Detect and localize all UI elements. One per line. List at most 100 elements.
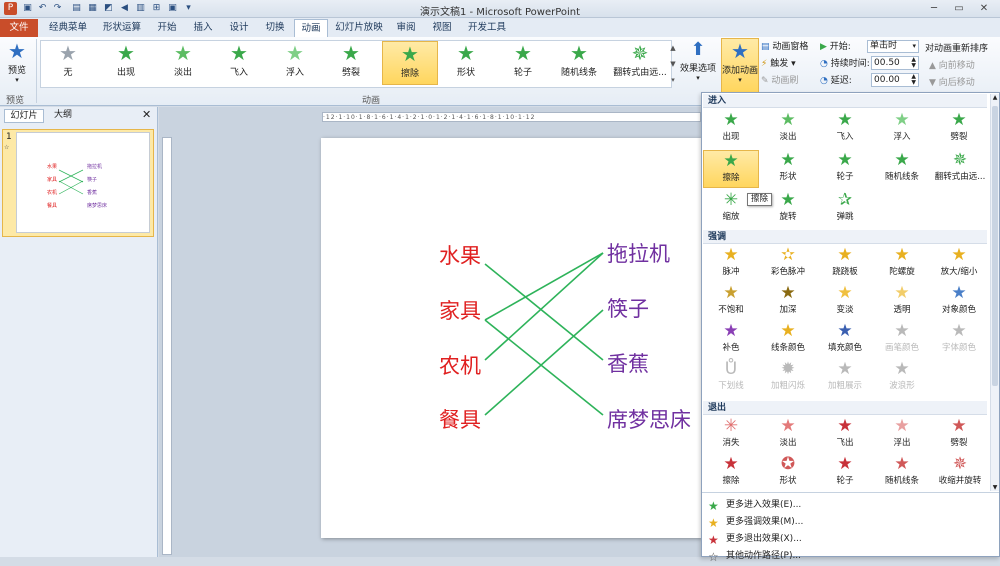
entrance-shape[interactable]: ★ 形状 <box>760 150 816 188</box>
effect-fly-in[interactable]: ★ 飞入 <box>213 41 265 85</box>
entrance-grow-turn[interactable]: ✵ 翻转式由远... <box>931 150 989 188</box>
emphasis-teeter[interactable]: ★ 跷跷板 <box>817 245 873 283</box>
slide-thumbnail[interactable]: 水果 家具 农机 餐具 拖拉机 筷子 香蕉 席梦思床 <box>16 132 150 233</box>
exit-fly-out[interactable]: ★ 飞出 <box>817 416 873 454</box>
slide-right-item-banana[interactable]: 香蕉 <box>607 348 649 378</box>
emphasis-line-color[interactable]: ★ 线条颜色 <box>760 321 816 359</box>
line-farm-tractor[interactable] <box>484 252 604 361</box>
animation-pane-button[interactable]: ▤ 动画窗格 <box>761 40 817 54</box>
trigger-button[interactable]: ⚡ 触发 ▾ <box>761 57 817 71</box>
tab-slideshow[interactable]: 幻灯片放映 <box>331 19 387 37</box>
slide-left-item-farm-machine[interactable]: 农机 <box>439 350 481 380</box>
emphasis-transparency[interactable]: ★ 透明 <box>874 283 930 321</box>
emphasis-object-color[interactable]: ★ 对象颜色 <box>931 283 987 321</box>
effect-wheel[interactable]: ★ 轮子 <box>497 41 549 85</box>
exit-fade[interactable]: ★ 淡出 <box>760 416 816 454</box>
effect-grow-turn[interactable]: ✵ 翻转式由远... <box>610 41 670 85</box>
animation-painter-button[interactable]: ✎ 动画刷 <box>761 74 817 88</box>
move-earlier-button[interactable]: ▲ 向前移动 <box>929 58 999 71</box>
effect-random-bars[interactable]: ★ 随机线条 <box>553 41 605 85</box>
start-select[interactable]: 单击时 ▾ <box>867 40 919 53</box>
more-emphasis-effects[interactable]: ★ 更多强调效果(M)... <box>704 514 803 531</box>
effect-options-button[interactable]: ⬆ 效果选项 ▾ <box>680 39 716 91</box>
effect-wipe[interactable]: ★ 擦除 <box>382 41 438 85</box>
delay-input[interactable]: 00.00 ▲ ▼ <box>871 73 919 87</box>
close-icon[interactable]: ✕ <box>972 1 996 16</box>
entrance-appear[interactable]: ★ 出现 <box>703 110 759 148</box>
close-icon[interactable]: ✕ <box>142 108 154 122</box>
spinner-icon[interactable]: ▲ ▼ <box>911 57 916 69</box>
exit-split[interactable]: ★ 劈裂 <box>931 416 987 454</box>
effect-float-in[interactable]: ★ 浮入 <box>269 41 321 85</box>
tab-developer[interactable]: 开发工具 <box>461 19 513 37</box>
tab-insert[interactable]: 插入 <box>186 19 220 37</box>
more-exit-effects[interactable]: ★ 更多退出效果(X)... <box>704 531 802 548</box>
emphasis-complementary[interactable]: ★ 补色 <box>703 321 759 359</box>
tab-review[interactable]: 审阅 <box>389 19 423 37</box>
tab-classic-menu[interactable]: 经典菜单 <box>42 19 94 37</box>
entrance-float-in[interactable]: ★ 浮入 <box>874 110 930 148</box>
entrance-fade[interactable]: ★ 淡出 <box>760 110 816 148</box>
preview-button[interactable]: ★ 预览 ▾ <box>2 39 32 91</box>
gallery-scroll[interactable]: ▲ ▼ ▾ <box>668 40 678 88</box>
tab-transitions[interactable]: 切换 <box>258 19 292 37</box>
entrance-random-bars[interactable]: ★ 随机线条 <box>874 150 930 188</box>
slide-right-item-tractor[interactable]: 拖拉机 <box>607 238 670 268</box>
slide-left-item-fruit[interactable]: 水果 <box>439 240 481 270</box>
slide-right-item-chopsticks[interactable]: 筷子 <box>607 293 649 323</box>
tab-home[interactable]: 开始 <box>150 19 184 37</box>
slide-left-item-furniture[interactable]: 家具 <box>439 295 481 325</box>
tab-animations[interactable]: 动画 <box>294 19 328 37</box>
add-animation-button[interactable]: ★ 添加动画 ▾ <box>721 38 759 93</box>
duration-input[interactable]: 00.50 ▲ ▼ <box>871 56 919 70</box>
line-furniture-bed[interactable] <box>484 252 604 321</box>
emphasis-pulse[interactable]: ★ 脉冲 <box>703 245 759 283</box>
entrance-swivel[interactable]: ★ 旋转 <box>760 190 816 228</box>
exit-float-out[interactable]: ★ 浮出 <box>874 416 930 454</box>
exit-shape[interactable]: ✪ 形状 <box>760 454 816 492</box>
tab-file[interactable]: 文件 <box>0 19 38 37</box>
scroll-up-icon[interactable]: ▲ <box>991 94 999 101</box>
exit-shrink-turn[interactable]: ✵ 收缩并旋转 <box>931 454 989 492</box>
tab-view[interactable]: 视图 <box>425 19 459 37</box>
more-entrance-effects[interactable]: ★ 更多进入效果(E)... <box>704 497 801 514</box>
emphasis-lighten[interactable]: ★ 变淡 <box>817 283 873 321</box>
effect-none[interactable]: ★ 无 <box>42 41 94 85</box>
emphasis-spin[interactable]: ★ 陀螺旋 <box>874 245 930 283</box>
tab-shape-ops[interactable]: 形状运算 <box>96 19 148 37</box>
line-furniture-bed-2[interactable] <box>484 319 604 416</box>
entrance-wipe[interactable]: ★ 擦除 <box>703 150 759 188</box>
entrance-fly-in[interactable]: ★ 飞入 <box>817 110 873 148</box>
exit-wipe[interactable]: ★ 擦除 <box>703 454 759 492</box>
tab-slides[interactable]: 幻灯片 <box>4 109 44 123</box>
minimize-icon[interactable]: ─ <box>922 1 946 16</box>
effect-split[interactable]: ★ 劈裂 <box>325 41 377 85</box>
exit-random-bars[interactable]: ★ 随机线条 <box>874 454 930 492</box>
emphasis-darken[interactable]: ★ 加深 <box>760 283 816 321</box>
emphasis-fill-color[interactable]: ★ 填充颜色 <box>817 321 873 359</box>
move-later-button[interactable]: ▼ 向后移动 <box>929 75 999 88</box>
slide-canvas[interactable]: 水果 家具 农机 餐具 拖拉机 筷子 香蕉 席梦思床 <box>321 138 701 538</box>
exit-disappear[interactable]: ✳ 消失 <box>703 416 759 454</box>
slide-right-item-bed[interactable]: 席梦思床 <box>607 404 691 434</box>
scroll-down-icon[interactable]: ▼ <box>991 484 999 491</box>
maximize-icon[interactable]: ▭ <box>947 1 971 16</box>
slide-left-item-tableware[interactable]: 餐具 <box>439 404 481 434</box>
effect-appear[interactable]: ★ 出现 <box>100 41 152 85</box>
line-tableware-chopsticks[interactable] <box>484 309 604 416</box>
line-fruit-banana[interactable] <box>484 263 604 361</box>
emphasis-color-pulse[interactable]: ✫ 彩色脉冲 <box>760 245 816 283</box>
dropdown-scrollbar[interactable]: ▲ ▼ <box>990 94 999 491</box>
tab-outline[interactable]: 大纲 <box>48 109 78 123</box>
effect-shape[interactable]: ★ 形状 <box>440 41 492 85</box>
scroll-thumb[interactable] <box>992 106 998 386</box>
tab-design[interactable]: 设计 <box>222 19 256 37</box>
emphasis-grow-shrink[interactable]: ★ 放大/缩小 <box>931 245 987 283</box>
exit-wheel[interactable]: ★ 轮子 <box>817 454 873 492</box>
entrance-bounce[interactable]: ✰ 弹跳 <box>817 190 873 228</box>
spinner-icon[interactable]: ▲ ▼ <box>911 74 916 86</box>
entrance-wheel[interactable]: ★ 轮子 <box>817 150 873 188</box>
emphasis-desaturate[interactable]: ★ 不饱和 <box>703 283 759 321</box>
entrance-split[interactable]: ★ 劈裂 <box>931 110 987 148</box>
effect-fade[interactable]: ★ 淡出 <box>157 41 209 85</box>
